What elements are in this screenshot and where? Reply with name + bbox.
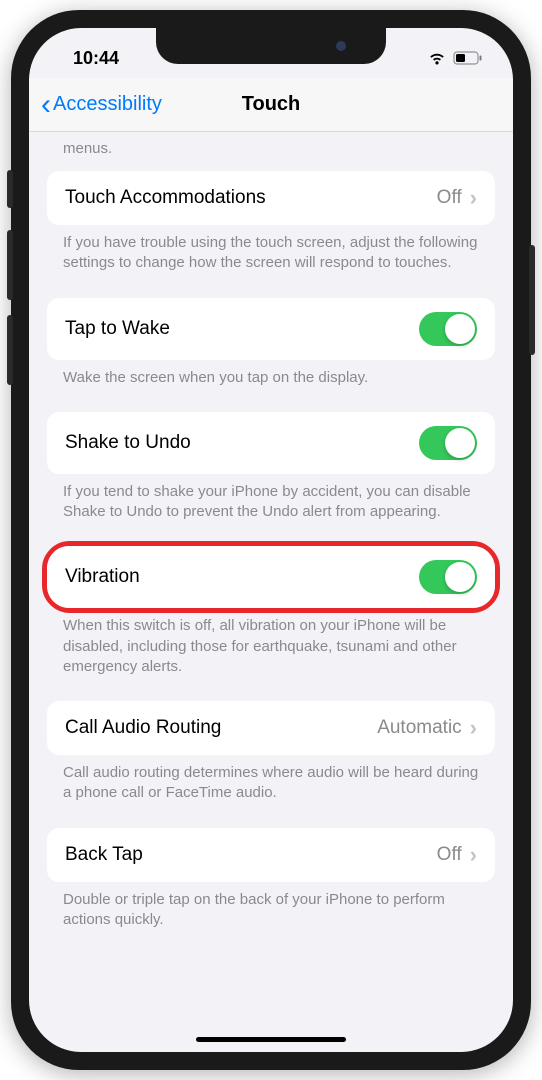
wifi-icon [427, 51, 447, 66]
home-indicator[interactable] [196, 1037, 346, 1042]
toggle-knob [445, 562, 475, 592]
call-audio-routing-row[interactable]: Call Audio Routing Automatic › [47, 701, 495, 755]
shake-to-undo-label: Shake to Undo [65, 432, 191, 454]
notch [156, 28, 386, 64]
chevron-left-icon: ‹ [41, 90, 51, 120]
page-title: Touch [242, 93, 301, 116]
volume-up-button [7, 230, 13, 300]
vibration-label: Vibration [65, 566, 140, 588]
cell-right: Off › [437, 842, 477, 868]
shake-to-undo-toggle[interactable] [419, 426, 477, 460]
back-tap-label: Back Tap [65, 844, 143, 866]
shake-to-undo-footer: If you tend to shake your iPhone by acci… [47, 474, 495, 547]
battery-icon [453, 51, 483, 65]
screen: 10:44 ‹ Accessibility Touch menus. Touch [29, 28, 513, 1052]
shake-to-undo-row: Shake to Undo [47, 412, 495, 474]
chevron-right-icon: › [470, 842, 477, 868]
call-audio-routing-footer: Call audio routing determines where audi… [47, 755, 495, 828]
chevron-right-icon: › [470, 715, 477, 741]
device-frame: 10:44 ‹ Accessibility Touch menus. Touch [11, 10, 531, 1070]
tap-to-wake-footer: Wake the screen when you tap on the disp… [47, 360, 495, 412]
content-scroll[interactable]: menus. Touch Accommodations Off › If you… [29, 132, 513, 1052]
volume-down-button [7, 315, 13, 385]
vibration-row: Vibration [47, 546, 495, 608]
call-audio-routing-label: Call Audio Routing [65, 717, 221, 739]
nav-bar: ‹ Accessibility Touch [29, 78, 513, 132]
chevron-right-icon: › [470, 185, 477, 211]
touch-accommodations-footer: If you have trouble using the touch scre… [47, 225, 495, 298]
back-button[interactable]: ‹ Accessibility [29, 90, 162, 120]
status-icons [427, 51, 483, 66]
tap-to-wake-toggle[interactable] [419, 312, 477, 346]
back-tap-footer: Double or triple tap on the back of your… [47, 882, 495, 955]
side-button [529, 245, 535, 355]
highlight-annotation: Vibration [42, 541, 500, 613]
vibration-footer: When this switch is off, all vibration o… [47, 608, 495, 701]
vibration-toggle[interactable] [419, 560, 477, 594]
toggle-knob [445, 314, 475, 344]
front-camera-icon [336, 41, 346, 51]
cell-right: Automatic › [377, 715, 477, 741]
back-tap-row[interactable]: Back Tap Off › [47, 828, 495, 882]
back-button-label: Accessibility [53, 93, 162, 116]
toggle-knob [445, 428, 475, 458]
touch-accommodations-label: Touch Accommodations [65, 187, 266, 209]
touch-accommodations-row[interactable]: Touch Accommodations Off › [47, 171, 495, 225]
status-time: 10:44 [73, 48, 119, 69]
back-tap-value: Off [437, 844, 462, 866]
truncated-footer-text: menus. [47, 132, 495, 171]
tap-to-wake-label: Tap to Wake [65, 318, 170, 340]
tap-to-wake-row: Tap to Wake [47, 298, 495, 360]
cell-right: Off › [437, 185, 477, 211]
touch-accommodations-value: Off [437, 187, 462, 209]
call-audio-routing-value: Automatic [377, 717, 461, 739]
mute-switch [7, 170, 13, 208]
